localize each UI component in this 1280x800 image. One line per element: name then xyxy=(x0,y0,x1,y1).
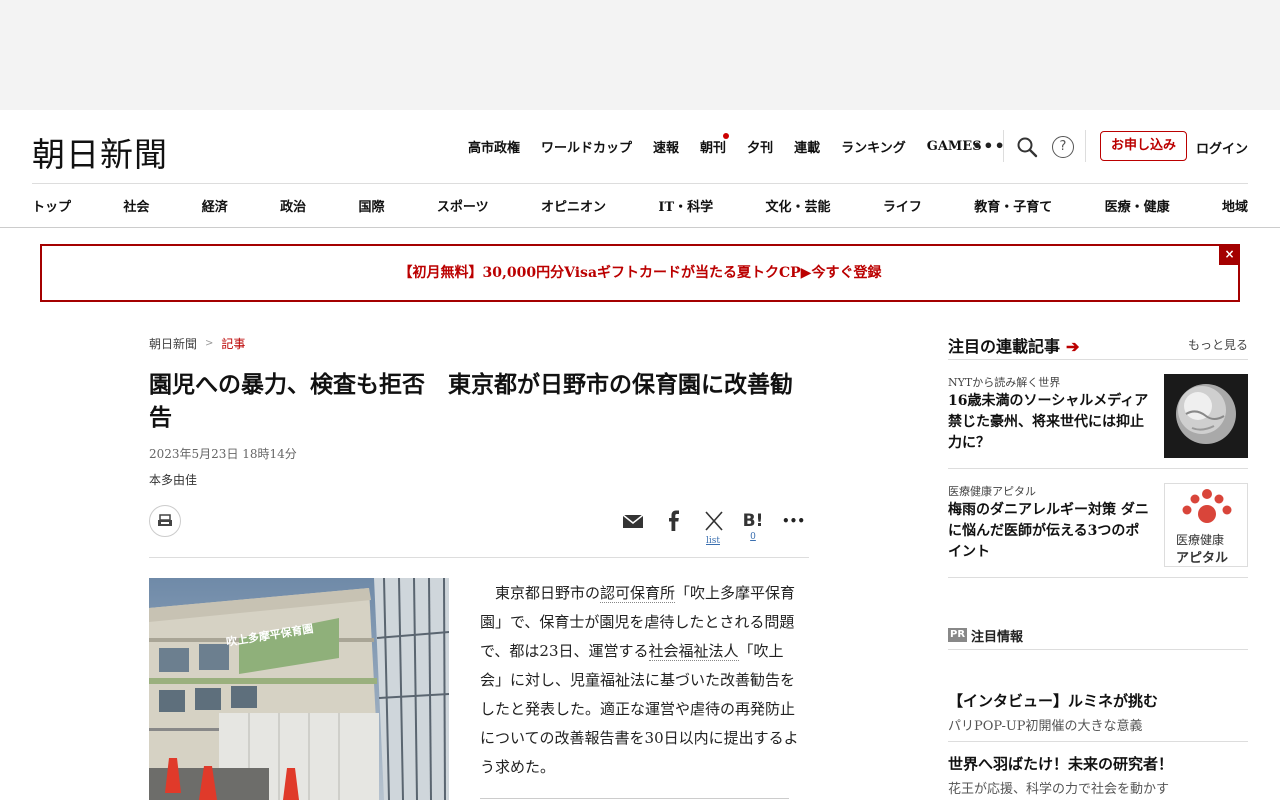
login-link[interactable]: ログイン xyxy=(1196,138,1248,157)
apital-logo-icon xyxy=(1182,489,1232,523)
pr-item-sub: 花王が応援、科学の力で社会を動かす xyxy=(948,782,1170,797)
keyword-link[interactable]: 認可保育所 xyxy=(600,584,676,603)
sidebar-title[interactable]: 注目の連載記事 ➔ xyxy=(948,333,1079,357)
keyword-link[interactable]: 社会福祉法人 xyxy=(648,642,739,661)
apital-logo-text: アピタル xyxy=(1176,551,1229,566)
sidebar-header: 注目の連載記事 ➔ もっと見る xyxy=(948,330,1248,360)
apital-thumbnail[interactable]: 医療健康 アピタル xyxy=(1164,483,1248,567)
category-item[interactable]: トップ xyxy=(32,196,71,215)
sidebar-article-category: NYTから読み解く世界 xyxy=(948,376,1061,389)
share-more-icon[interactable]: ••• xyxy=(782,510,805,550)
sidebar-article-category: 医療健康アピタル xyxy=(948,485,1036,498)
category-item[interactable]: ライフ xyxy=(883,196,922,215)
sidebar-title-text: 注目の連載記事 xyxy=(948,336,1061,356)
article-photo[interactable]: 吹上多摩平保育園 xyxy=(149,578,449,800)
apital-logo-text: 医療健康 xyxy=(1176,533,1225,547)
pr-badge: PR xyxy=(948,628,968,642)
category-item[interactable]: 政治 xyxy=(280,196,306,215)
topnav-item[interactable]: 連載 xyxy=(794,137,820,156)
category-item[interactable]: 医療・健康 xyxy=(1105,196,1170,215)
sidebar-article[interactable]: NYTから読み解く世界 16歳未満のソーシャルメディア禁じた豪州、将来世代には抑… xyxy=(948,360,1248,469)
body-text: 東京都日野市の xyxy=(495,584,601,602)
breadcrumb: 朝日新聞 > 記事 xyxy=(149,335,245,352)
pr-title: 注目情報 xyxy=(971,630,1024,645)
sidebar-article[interactable]: 医療健康アピタル 梅雨のダニアレルギー対策 ダニに悩んだ医師が伝える3つのポイン… xyxy=(948,469,1248,578)
pr-item-sub: パリPOP-UP初開催の大きな意義 xyxy=(948,719,1143,734)
breadcrumb-home[interactable]: 朝日新聞 xyxy=(149,335,197,352)
pr-item[interactable]: 【インタビュー】ルミネが挑む パリPOP-UP初開催の大きな意義 xyxy=(948,690,1248,734)
pr-item-title[interactable]: 世界へ羽ばたけ！未来の研究者！ xyxy=(948,753,1248,774)
pr-header: PR 注目情報 xyxy=(948,626,1248,650)
globe-icon xyxy=(1164,374,1248,458)
share-mail-button[interactable] xyxy=(622,510,644,550)
share-hatena-count: 0 xyxy=(750,532,756,542)
divider xyxy=(32,183,1248,184)
sidebar-article-title[interactable]: 梅雨のダニアレルギー対策 ダニに悩んだ医師が伝える3つのポイント xyxy=(948,500,1153,563)
more-menu-icon[interactable]: ••• xyxy=(972,136,1006,155)
category-item[interactable]: 社会 xyxy=(123,196,149,215)
promo-banner[interactable]: 【初月無料】30,000円分Visaギフトカードが当たる夏トクCP▶今すぐ登録 … xyxy=(40,244,1240,302)
category-item[interactable]: 地域 xyxy=(1222,196,1248,215)
sidebar-featured-series: 注目の連載記事 ➔ もっと見る NYTから読み解く世界 16歳未満のソーシャルメデ… xyxy=(948,330,1248,578)
sidebar-article-title[interactable]: 16歳未満のソーシャルメディア禁じた豪州、将来世代には抑止力に？ xyxy=(948,391,1153,454)
category-nav: トップ 社会 経済 政治 国際 スポーツ オピニオン IT・科学 文化・芸能 ラ… xyxy=(32,196,1248,215)
share-hatena-button[interactable]: B! 0 xyxy=(740,510,766,550)
print-button[interactable] xyxy=(149,505,181,537)
category-item[interactable]: 教育・子育て xyxy=(974,196,1052,215)
new-dot-icon xyxy=(723,132,730,139)
topnav-item[interactable]: 速報 xyxy=(653,137,679,156)
category-item[interactable]: オピニオン xyxy=(541,196,606,215)
photo-image xyxy=(149,578,449,800)
topnav-item[interactable]: 夕刊 xyxy=(747,137,773,156)
x-icon xyxy=(705,511,723,531)
body-text: 「吹上会」に対し、児童福祉法に基づいた改善勧告をしたと発表した。適正な運営や虐待… xyxy=(480,642,799,776)
arrow-right-icon: ➔ xyxy=(1066,336,1080,356)
divider xyxy=(1003,130,1004,162)
category-item[interactable]: 国際 xyxy=(359,196,385,215)
globe-thumbnail[interactable] xyxy=(1164,374,1248,458)
hatena-icon: B! xyxy=(742,511,764,531)
article-body: 東京都日野市の認可保育所「吹上多摩平保育園」で、保育士が園児を虐待したとされる問… xyxy=(480,579,802,782)
pr-item-title[interactable]: 【インタビュー】ルミネが挑む xyxy=(948,690,1248,711)
topnav-item[interactable]: 高市政権 xyxy=(468,137,520,156)
help-icon[interactable]: ? xyxy=(1052,136,1074,158)
breadcrumb-current[interactable]: 記事 xyxy=(221,335,245,352)
site-logo[interactable]: 朝日新聞 xyxy=(32,128,168,176)
share-facebook-button[interactable] xyxy=(664,510,684,550)
ad-space xyxy=(0,0,1280,110)
divider xyxy=(948,741,1248,742)
more-link[interactable]: もっと見る xyxy=(1188,336,1248,353)
promo-banner-text: 【初月無料】30,000円分Visaギフトカードが当たる夏トクCP▶今すぐ登録 xyxy=(398,265,882,281)
top-nav: 高市政権 ワールドカップ 速報 朝刊 夕刊 連載 ランキング GAMES xyxy=(468,132,1003,158)
share-x-button[interactable]: list xyxy=(700,510,726,550)
topnav-item[interactable]: ワールドカップ xyxy=(541,137,632,156)
topnav-item-chokan[interactable]: 朝刊 xyxy=(700,132,730,156)
mail-icon xyxy=(622,514,644,528)
divider xyxy=(480,798,789,799)
subscribe-button[interactable]: お申し込み xyxy=(1100,131,1187,161)
category-item[interactable]: 経済 xyxy=(202,196,228,215)
topnav-item[interactable]: ランキング xyxy=(841,137,906,156)
article-author[interactable]: 本多由佳 xyxy=(149,471,197,488)
facebook-icon xyxy=(669,510,679,531)
topnav-label: 朝刊 xyxy=(700,140,727,156)
article-headline: 園児への暴力、検査も拒否 東京都が日野市の保育園に改善勧告 xyxy=(149,371,793,431)
close-icon[interactable]: × xyxy=(1219,244,1240,265)
category-item[interactable]: 文化・芸能 xyxy=(765,196,830,215)
divider xyxy=(149,557,809,558)
category-item[interactable]: スポーツ xyxy=(437,196,489,215)
search-icon[interactable] xyxy=(1016,136,1038,158)
article-date: 2023年5月23日 18時14分 xyxy=(149,447,297,461)
pr-item[interactable]: 世界へ羽ばたけ！未来の研究者！ 花王が応援、科学の力で社会を動かす xyxy=(948,753,1248,797)
share-x-sub[interactable]: list xyxy=(700,536,726,546)
breadcrumb-separator: > xyxy=(205,338,214,349)
print-icon xyxy=(158,514,172,526)
category-item[interactable]: IT・科学 xyxy=(658,196,713,215)
divider xyxy=(1085,130,1086,162)
